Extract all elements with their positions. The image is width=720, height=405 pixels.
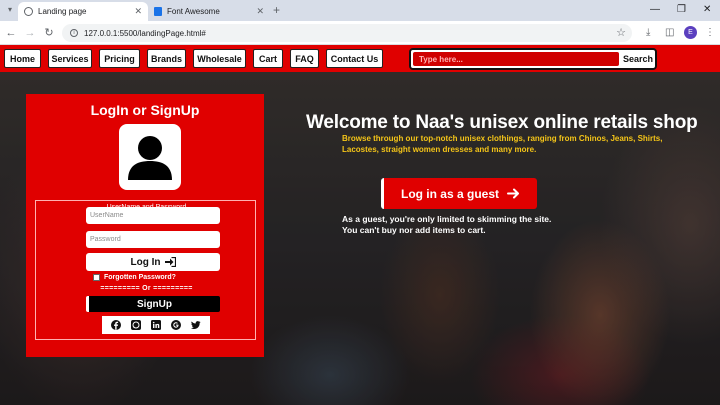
google-icon[interactable] (171, 320, 181, 330)
credentials-fieldset: UserName and Password UserName Password … (35, 200, 256, 340)
nav-wholesale[interactable]: Wholesale (193, 49, 246, 68)
profile-avatar[interactable]: E (684, 26, 697, 39)
tab-search-icon[interactable]: ▾ (4, 4, 16, 16)
browser-toolbar: ← → ↻ i 127.0.0.1:5500/landingPage.html#… (0, 21, 720, 45)
forgot-password-checkbox[interactable] (93, 274, 100, 281)
linkedin-icon[interactable] (151, 320, 161, 330)
close-window-icon[interactable]: ✕ (703, 3, 711, 17)
login-panel: LogIn or SignUp UserName and Password Us… (26, 94, 264, 357)
login-button[interactable]: Log In (86, 253, 220, 271)
hero-subtitle: Browse through our top-notch unisex clot… (342, 134, 663, 154)
font-awesome-flag-icon (154, 7, 162, 16)
hero-title: Welcome to Naa's unisex online retails s… (306, 112, 698, 133)
tab-title: Landing page (38, 7, 87, 16)
whatsapp-icon[interactable] (131, 320, 141, 330)
nav-contact-us[interactable]: Contact Us (326, 49, 383, 68)
password-field[interactable]: Password (86, 231, 220, 248)
facebook-icon[interactable] (111, 320, 121, 330)
browser-tab-strip: ▾ Landing page ✕ Font Awesome ✕ + — ❐ ✕ (0, 0, 720, 21)
nav-pricing[interactable]: Pricing (99, 49, 140, 68)
guest-login-label: Log in as a guest (400, 186, 499, 201)
twitter-icon[interactable] (191, 320, 201, 330)
username-field[interactable]: UserName (86, 207, 220, 224)
reload-icon[interactable]: ↻ (42, 26, 56, 40)
restore-icon[interactable]: ❐ (677, 3, 686, 17)
nav-cart[interactable]: Cart (253, 49, 283, 68)
tab-font-awesome[interactable]: Font Awesome ✕ (148, 2, 270, 21)
globe-icon (24, 7, 33, 16)
menu-kebab-icon[interactable]: ⋮ (705, 26, 715, 40)
back-icon[interactable]: ← (4, 26, 18, 40)
forgot-password-row: Forgotten Password? (93, 274, 176, 281)
site-navbar: Home Services Pricing Brands Wholesale C… (0, 45, 720, 72)
site-info-icon[interactable]: i (70, 29, 78, 37)
nav-home[interactable]: Home (4, 49, 41, 68)
search-input[interactable]: Type here... (413, 52, 619, 66)
login-button-label: Log In (130, 256, 161, 268)
nav-faq[interactable]: FAQ (290, 49, 319, 68)
plus-icon[interactable]: + (273, 3, 280, 17)
or-divider: ========= Or ========= (100, 285, 193, 292)
signup-button[interactable]: SignUp (86, 296, 220, 312)
nav-brands[interactable]: Brands (147, 49, 186, 68)
side-panel-icon[interactable]: ◫ (665, 26, 674, 40)
login-panel-title: LogIn or SignUp (90, 102, 200, 118)
address-bar[interactable]: i 127.0.0.1:5500/landingPage.html# ☆ (62, 24, 632, 42)
bookmark-star-icon[interactable]: ☆ (616, 26, 626, 39)
guest-note: As a guest, you're only limited to skimm… (342, 214, 552, 235)
user-avatar-icon (119, 124, 181, 190)
forgot-password-label[interactable]: Forgotten Password? (104, 274, 176, 281)
search-button[interactable]: Search (623, 52, 653, 66)
download-icon[interactable]: ⤓ (646, 26, 650, 40)
social-icons-bar (102, 316, 210, 334)
close-tab-icon[interactable]: ✕ (256, 6, 264, 17)
tab-landing-page[interactable]: Landing page ✕ (18, 2, 148, 21)
sign-in-icon (164, 257, 176, 267)
minimize-icon[interactable]: — (650, 3, 660, 17)
forward-icon[interactable]: → (23, 26, 37, 40)
url-text: 127.0.0.1:5500/landingPage.html# (84, 28, 206, 38)
close-tab-icon[interactable]: ✕ (134, 6, 142, 17)
nav-services[interactable]: Services (48, 49, 92, 68)
search-bar: Type here... Search (409, 48, 657, 70)
arrow-right-icon (507, 188, 519, 199)
tab-title: Font Awesome (167, 7, 220, 16)
page-viewport: Home Services Pricing Brands Wholesale C… (0, 45, 720, 405)
guest-login-button[interactable]: Log in as a guest (381, 178, 537, 209)
